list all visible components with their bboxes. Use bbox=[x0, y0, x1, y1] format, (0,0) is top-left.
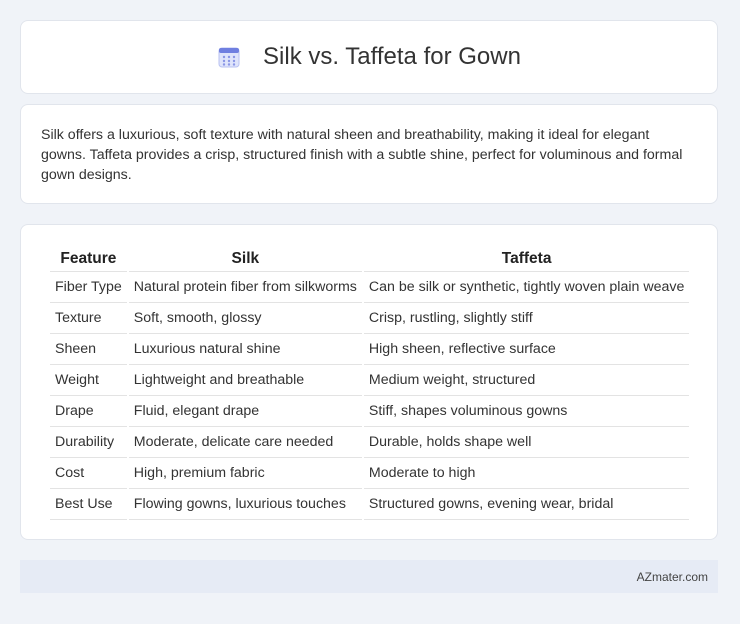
comparison-table: Feature Silk Taffeta Fiber Type Natural … bbox=[48, 247, 691, 520]
silk-cell: Lightweight and breathable bbox=[128, 365, 362, 396]
silk-cell: Flowing gowns, luxurious touches bbox=[128, 489, 362, 520]
table-row: Texture Soft, smooth, glossy Crisp, rust… bbox=[50, 303, 690, 334]
table-row: Best Use Flowing gowns, luxurious touche… bbox=[50, 489, 690, 520]
taffeta-cell: Crisp, rustling, slightly stiff bbox=[363, 303, 690, 334]
header-feature: Feature bbox=[50, 247, 127, 272]
silk-cell: Fluid, elegant drape bbox=[128, 396, 362, 427]
table-row: Weight Lightweight and breathable Medium… bbox=[50, 365, 690, 396]
silk-cell: Natural protein fiber from silkworms bbox=[128, 272, 362, 303]
table-row: Durability Moderate, delicate care neede… bbox=[50, 427, 690, 458]
feature-cell: Fiber Type bbox=[50, 272, 127, 303]
taffeta-cell: Durable, holds shape well bbox=[363, 427, 690, 458]
taffeta-cell: Structured gowns, evening wear, bridal bbox=[363, 489, 690, 520]
taffeta-cell: Moderate to high bbox=[363, 458, 690, 489]
taffeta-cell: Medium weight, structured bbox=[363, 365, 690, 396]
feature-cell: Drape bbox=[50, 396, 127, 427]
table-row: Fiber Type Natural protein fiber from si… bbox=[50, 272, 690, 303]
footer-brand[interactable]: AZmater.com bbox=[637, 570, 708, 584]
feature-cell: Texture bbox=[50, 303, 127, 334]
table-row: Drape Fluid, elegant drape Stiff, shapes… bbox=[50, 396, 690, 427]
header-silk: Silk bbox=[128, 247, 362, 272]
feature-cell: Durability bbox=[50, 427, 127, 458]
header-taffeta: Taffeta bbox=[363, 247, 690, 272]
intro-card: Silk offers a luxurious, soft texture wi… bbox=[20, 104, 718, 204]
taffeta-cell: High sheen, reflective surface bbox=[363, 334, 690, 365]
feature-cell: Cost bbox=[50, 458, 127, 489]
table-row: Sheen Luxurious natural shine High sheen… bbox=[50, 334, 690, 365]
silk-cell: Soft, smooth, glossy bbox=[128, 303, 362, 334]
table-row: Cost High, premium fabric Moderate to hi… bbox=[50, 458, 690, 489]
page-title: Silk vs. Taffeta for Gown bbox=[263, 43, 521, 70]
taffeta-cell: Can be silk or synthetic, tightly woven … bbox=[363, 272, 690, 303]
silk-cell: Luxurious natural shine bbox=[128, 334, 362, 365]
taffeta-cell: Stiff, shapes voluminous gowns bbox=[363, 396, 690, 427]
intro-text: Silk offers a luxurious, soft texture wi… bbox=[41, 127, 683, 183]
comparison-card: Feature Silk Taffeta Fiber Type Natural … bbox=[20, 224, 718, 540]
footer-bar: AZmater.com bbox=[20, 560, 718, 593]
feature-cell: Best Use bbox=[50, 489, 127, 520]
silk-cell: Moderate, delicate care needed bbox=[128, 427, 362, 458]
table-header-row: Feature Silk Taffeta bbox=[50, 247, 690, 272]
calendar-icon bbox=[217, 45, 241, 69]
title-card: Silk vs. Taffeta for Gown bbox=[20, 20, 718, 94]
feature-cell: Sheen bbox=[50, 334, 127, 365]
feature-cell: Weight bbox=[50, 365, 127, 396]
silk-cell: High, premium fabric bbox=[128, 458, 362, 489]
